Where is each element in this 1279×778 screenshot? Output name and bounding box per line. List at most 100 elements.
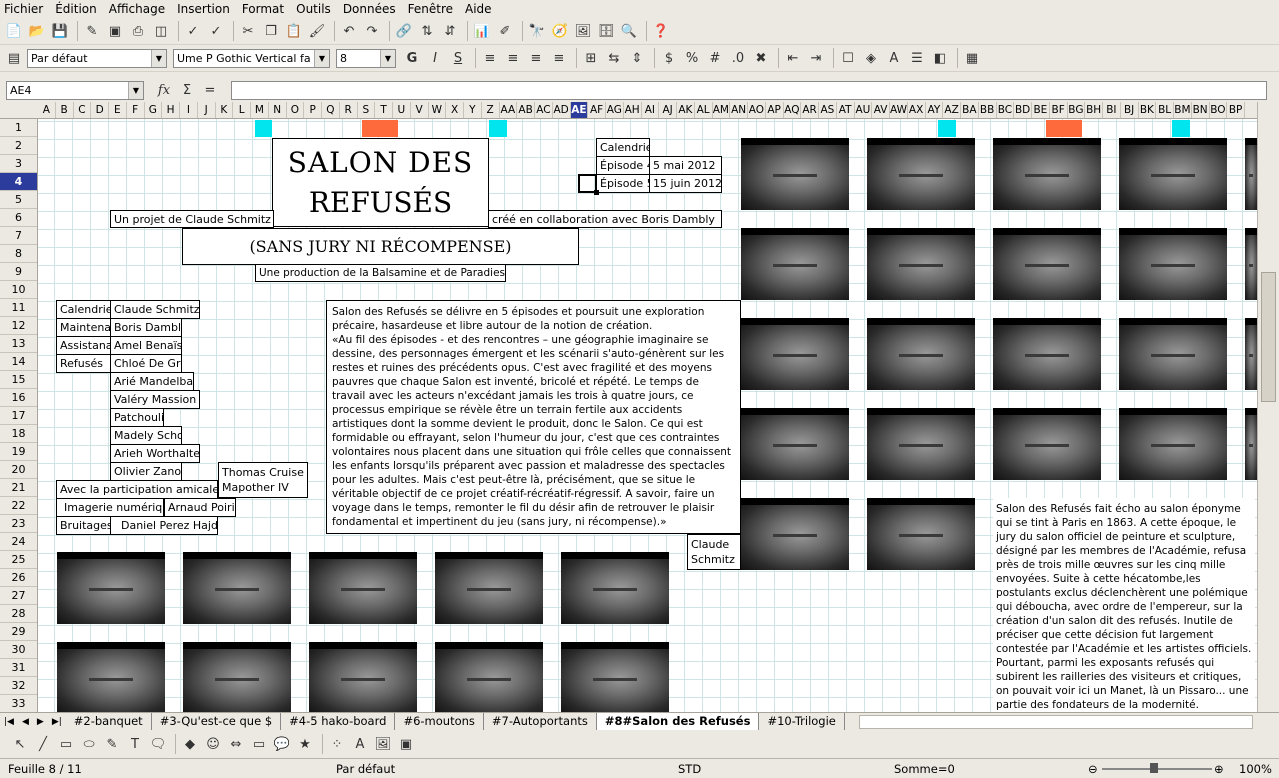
last-sheet-icon[interactable]: ▶| <box>48 717 66 727</box>
column-header[interactable]: AK <box>677 102 695 118</box>
row-header[interactable]: 16 <box>0 389 37 407</box>
column-header[interactable]: AW <box>890 102 908 118</box>
gallery-icon[interactable]: 🖼 <box>573 21 593 41</box>
callouts-icon[interactable]: 💬 <box>272 734 292 754</box>
row-header[interactable]: 32 <box>0 677 37 695</box>
column-header[interactable]: AU <box>855 102 873 118</box>
zoom-out-icon[interactable]: ⊖ <box>1088 762 1098 776</box>
photo-thumbnail[interactable] <box>867 318 975 390</box>
column-header[interactable]: N <box>269 102 287 118</box>
callout-icon[interactable]: 🗨 <box>148 734 168 754</box>
column-header[interactable]: AA <box>500 102 518 118</box>
photo-thumbnail[interactable] <box>435 552 543 624</box>
photo-thumbnail[interactable] <box>561 552 669 624</box>
column-header[interactable]: S <box>358 102 376 118</box>
standard-format-icon[interactable]: # <box>705 48 725 68</box>
sum-icon[interactable]: Σ <box>177 80 197 100</box>
justify-icon[interactable]: ≡ <box>549 48 569 68</box>
cut-icon[interactable]: ✂ <box>238 21 258 41</box>
column-header[interactable]: BI <box>1103 102 1121 118</box>
column-header[interactable]: D <box>91 102 109 118</box>
row-header[interactable]: 8 <box>0 245 37 263</box>
autospell-icon[interactable]: ✓ <box>206 21 226 41</box>
column-header[interactable]: F <box>127 102 145 118</box>
column-header[interactable]: Q <box>322 102 340 118</box>
row-header[interactable]: 2 <box>0 137 37 155</box>
column-header[interactable]: AX <box>908 102 926 118</box>
formula-input[interactable] <box>231 80 1267 100</box>
menu-item[interactable]: Insertion <box>177 2 230 16</box>
align-center-icon[interactable]: ≡ <box>503 48 523 68</box>
column-header[interactable]: AJ <box>659 102 677 118</box>
save-icon[interactable]: 💾 <box>50 21 70 41</box>
photo-thumbnail[interactable] <box>183 552 291 624</box>
borders-icon[interactable]: ☐ <box>838 48 858 68</box>
column-header[interactable]: AC <box>535 102 553 118</box>
menu-item[interactable]: Aide <box>465 2 492 16</box>
column-header[interactable]: AB <box>517 102 535 118</box>
row-header[interactable]: 11 <box>0 299 37 317</box>
underline-icon[interactable]: S <box>448 48 468 68</box>
column-header[interactable]: BC <box>997 102 1015 118</box>
photo-thumbnail[interactable] <box>741 498 849 570</box>
chevron-down-icon[interactable]: ▼ <box>151 49 166 67</box>
add-decimal-icon[interactable]: .0 <box>728 48 748 68</box>
column-header[interactable]: BF <box>1050 102 1068 118</box>
fontwork-icon[interactable]: A <box>350 734 370 754</box>
column-header[interactable]: BE <box>1032 102 1050 118</box>
column-header[interactable]: AR <box>801 102 819 118</box>
column-header[interactable]: BP <box>1227 102 1245 118</box>
row-header[interactable]: 14 <box>0 353 37 371</box>
freeform-icon[interactable]: ✎ <box>102 734 122 754</box>
extrusion-icon[interactable]: ▣ <box>396 734 416 754</box>
photo-thumbnail[interactable] <box>867 498 975 570</box>
first-sheet-icon[interactable]: |◀ <box>0 717 18 727</box>
photo-thumbnail[interactable] <box>741 138 849 210</box>
column-header[interactable]: AY <box>926 102 944 118</box>
merge-cells-icon[interactable]: ⊞ <box>581 48 601 68</box>
row-header[interactable]: 33 <box>0 695 37 712</box>
row-header[interactable]: 19 <box>0 443 37 461</box>
photo-thumbnail[interactable] <box>993 228 1101 300</box>
row-header[interactable]: 28 <box>0 605 37 623</box>
row-header[interactable]: 27 <box>0 587 37 605</box>
decrease-indent-icon[interactable]: ⇤ <box>783 48 803 68</box>
column-header[interactable]: BD <box>1014 102 1032 118</box>
row-header[interactable]: 23 <box>0 515 37 533</box>
row-header[interactable]: 4 <box>0 173 37 191</box>
select-icon[interactable]: ↖ <box>10 734 30 754</box>
column-header[interactable]: U <box>393 102 411 118</box>
line-icon[interactable]: ╱ <box>33 734 53 754</box>
column-header[interactable]: AZ <box>943 102 961 118</box>
column-header[interactable]: AE <box>570 102 589 118</box>
valign-icon[interactable]: ⇕ <box>627 48 647 68</box>
toggle-grid-icon[interactable]: ▦ <box>962 48 982 68</box>
row-header[interactable]: 9 <box>0 263 37 281</box>
sheet-tab[interactable]: #4-5 hako-board <box>281 713 396 730</box>
chart-icon[interactable]: 📊 <box>472 21 492 41</box>
column-header[interactable]: C <box>74 102 92 118</box>
next-sheet-icon[interactable]: ▶ <box>33 717 48 727</box>
column-header[interactable]: O <box>287 102 305 118</box>
row-header[interactable]: 7 <box>0 227 37 245</box>
column-header[interactable]: BJ <box>1121 102 1139 118</box>
find-icon[interactable]: 🔭 <box>527 21 547 41</box>
undo-icon[interactable]: ↶ <box>339 21 359 41</box>
column-header[interactable]: P <box>304 102 322 118</box>
spellcheck-icon[interactable]: ✓ <box>183 21 203 41</box>
column-header[interactable]: K <box>216 102 234 118</box>
photo-thumbnail[interactable] <box>1245 318 1257 390</box>
column-header[interactable]: Y <box>464 102 482 118</box>
column-header[interactable]: AH <box>624 102 642 118</box>
photo-thumbnail[interactable] <box>993 408 1101 480</box>
column-header[interactable]: E <box>109 102 127 118</box>
row-header[interactable]: 26 <box>0 569 37 587</box>
column-header[interactable]: W <box>429 102 447 118</box>
row-header[interactable]: 3 <box>0 155 37 173</box>
column-header[interactable]: AS <box>819 102 837 118</box>
photo-thumbnail[interactable] <box>1245 408 1257 480</box>
photo-thumbnail[interactable] <box>183 642 291 712</box>
scrollbar-thumb[interactable] <box>1261 272 1276 402</box>
column-header[interactable]: BM <box>1174 102 1192 118</box>
sheet-tab[interactable]: #7-Autoportants <box>484 713 597 730</box>
